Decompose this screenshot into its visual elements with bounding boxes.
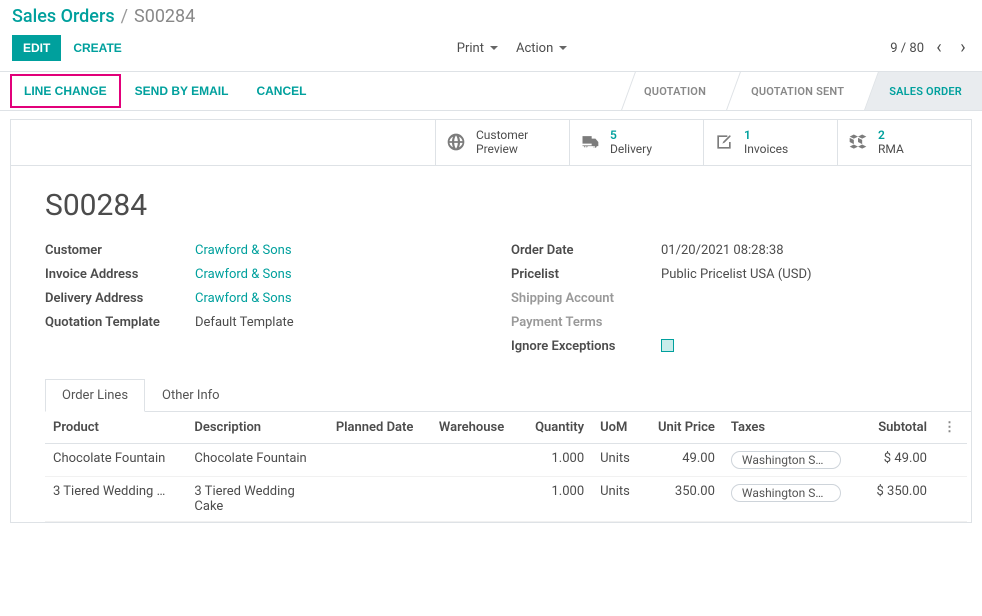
cell-subtotal: $ 49.00 [862,443,935,476]
order-lines-table: Product Description Planned Date Warehou… [11,412,971,522]
ignore-exceptions-checkbox[interactable] [661,339,674,352]
col-unit-price[interactable]: Unit Price [643,412,723,444]
label-order-date: Order Date [511,243,661,258]
truck-icon [580,132,600,152]
pager-text: 9 / 80 [890,41,924,56]
send-by-email-button[interactable]: SEND BY EMAIL [121,72,243,110]
stat-label: Customer [476,128,528,142]
col-subtotal[interactable]: Subtotal [862,412,935,444]
globe-icon [446,132,466,152]
col-warehouse[interactable]: Warehouse [431,412,521,444]
label-customer: Customer [45,243,195,258]
col-quantity[interactable]: Quantity [520,412,592,444]
toolbar-center: Print Action [134,41,890,56]
col-product[interactable]: Product [45,412,186,444]
cell-description: 3 Tiered Wedding Cake [186,476,327,521]
table-row[interactable]: 3 Tiered Wedding … 3 Tiered Wedding Cake… [45,476,967,521]
boxes-icon [848,132,868,152]
label-payment-terms: Payment Terms [511,315,661,330]
stage-quotation[interactable]: QUOTATION [620,72,726,110]
cell-planned-date [328,476,431,521]
cell-product: Chocolate Fountain [53,451,165,466]
table-row[interactable]: Chocolate Fountain Chocolate Fountain 1.… [45,443,967,476]
stat-delivery[interactable]: 5 Delivery [569,120,703,165]
breadcrumb-separator: / [121,6,128,27]
label-pricelist: Pricelist [511,267,661,282]
label-delivery-address: Delivery Address [45,291,195,306]
col-options[interactable]: ⋮ [935,412,967,444]
col-planned-date[interactable]: Planned Date [328,412,431,444]
cell-subtotal: $ 350.00 [862,476,935,521]
form-fields: CustomerCrawford & Sons Invoice AddressC… [11,233,971,378]
left-column: CustomerCrawford & Sons Invoice AddressC… [45,239,471,360]
cell-taxes: Washington Sale… [731,451,841,469]
stat-buttons: Customer Preview 5 Delivery 1 Invoices 2… [11,120,971,166]
print-dropdown[interactable]: Print [457,41,498,56]
value-order-date: 01/20/2021 08:28:38 [661,243,937,258]
tabs: Order Lines Other Info [45,378,971,412]
cell-quantity: 1.000 [520,443,592,476]
cell-planned-date [328,443,431,476]
cell-uom: Units [592,476,642,521]
cell-product: 3 Tiered Wedding … [53,484,165,499]
line-change-button[interactable]: LINE CHANGE [10,74,121,108]
stage-quotation-sent[interactable]: QUOTATION SENT [726,72,864,110]
stage-sales-order[interactable]: SALES ORDER [864,72,982,110]
form-sheet: Customer Preview 5 Delivery 1 Invoices 2… [10,119,972,523]
pager-prev[interactable]: ‹ [930,39,948,57]
caret-down-icon [559,46,567,54]
value-quotation-template: Default Template [195,315,471,330]
action-dropdown[interactable]: Action [516,41,567,56]
stat-label: RMA [878,142,904,156]
breadcrumb-root[interactable]: Sales Orders [12,6,115,27]
breadcrumb: Sales Orders / S00284 [0,0,982,29]
cell-warehouse [431,476,521,521]
tab-order-lines[interactable]: Order Lines [45,379,145,412]
stat-count: 1 [744,128,788,142]
value-delivery-address[interactable]: Crawford & Sons [195,291,292,306]
cancel-button[interactable]: CANCEL [242,72,320,110]
cell-uom: Units [592,443,642,476]
stat-count: 5 [610,128,652,142]
cell-taxes: Washington Sale… [731,484,841,502]
value-invoice-address[interactable]: Crawford & Sons [195,267,292,282]
label-shipping-account: Shipping Account [511,291,661,306]
stat-rma[interactable]: 2 RMA [837,120,971,165]
stage-indicator: QUOTATION QUOTATION SENT SALES ORDER [620,72,982,110]
create-button[interactable]: CREATE [61,36,133,60]
col-description[interactable]: Description [186,412,327,444]
page-title: S00284 [11,166,971,233]
stat-label: Preview [476,142,528,156]
stat-count: 2 [878,128,904,142]
label-quotation-template: Quotation Template [45,315,195,330]
toolbar: EDIT CREATE Print Action 9 / 80 ‹ › [0,29,982,71]
value-pricelist: Public Pricelist USA (USD) [661,267,937,282]
cell-quantity: 1.000 [520,476,592,521]
right-column: Order Date01/20/2021 08:28:38 PricelistP… [511,239,937,360]
pager: 9 / 80 ‹ › [890,39,972,57]
stat-customer-preview[interactable]: Customer Preview [435,120,569,165]
edit-button[interactable]: EDIT [12,35,61,61]
stat-invoices[interactable]: 1 Invoices [703,120,837,165]
value-customer[interactable]: Crawford & Sons [195,243,292,258]
cell-unit-price: 350.00 [643,476,723,521]
col-uom[interactable]: UoM [592,412,642,444]
cell-description: Chocolate Fountain [186,443,327,476]
tab-other-info[interactable]: Other Info [145,379,237,412]
pencil-square-icon [714,132,734,152]
pager-next[interactable]: › [954,39,972,57]
status-bar: LINE CHANGE SEND BY EMAIL CANCEL QUOTATI… [0,71,982,111]
breadcrumb-current: S00284 [134,6,195,27]
cell-unit-price: 49.00 [643,443,723,476]
label-ignore-exceptions: Ignore Exceptions [511,339,661,354]
stat-label: Invoices [744,142,788,156]
caret-down-icon [490,46,498,54]
label-invoice-address: Invoice Address [45,267,195,282]
cell-warehouse [431,443,521,476]
stat-label: Delivery [610,142,652,156]
col-taxes[interactable]: Taxes [723,412,862,444]
